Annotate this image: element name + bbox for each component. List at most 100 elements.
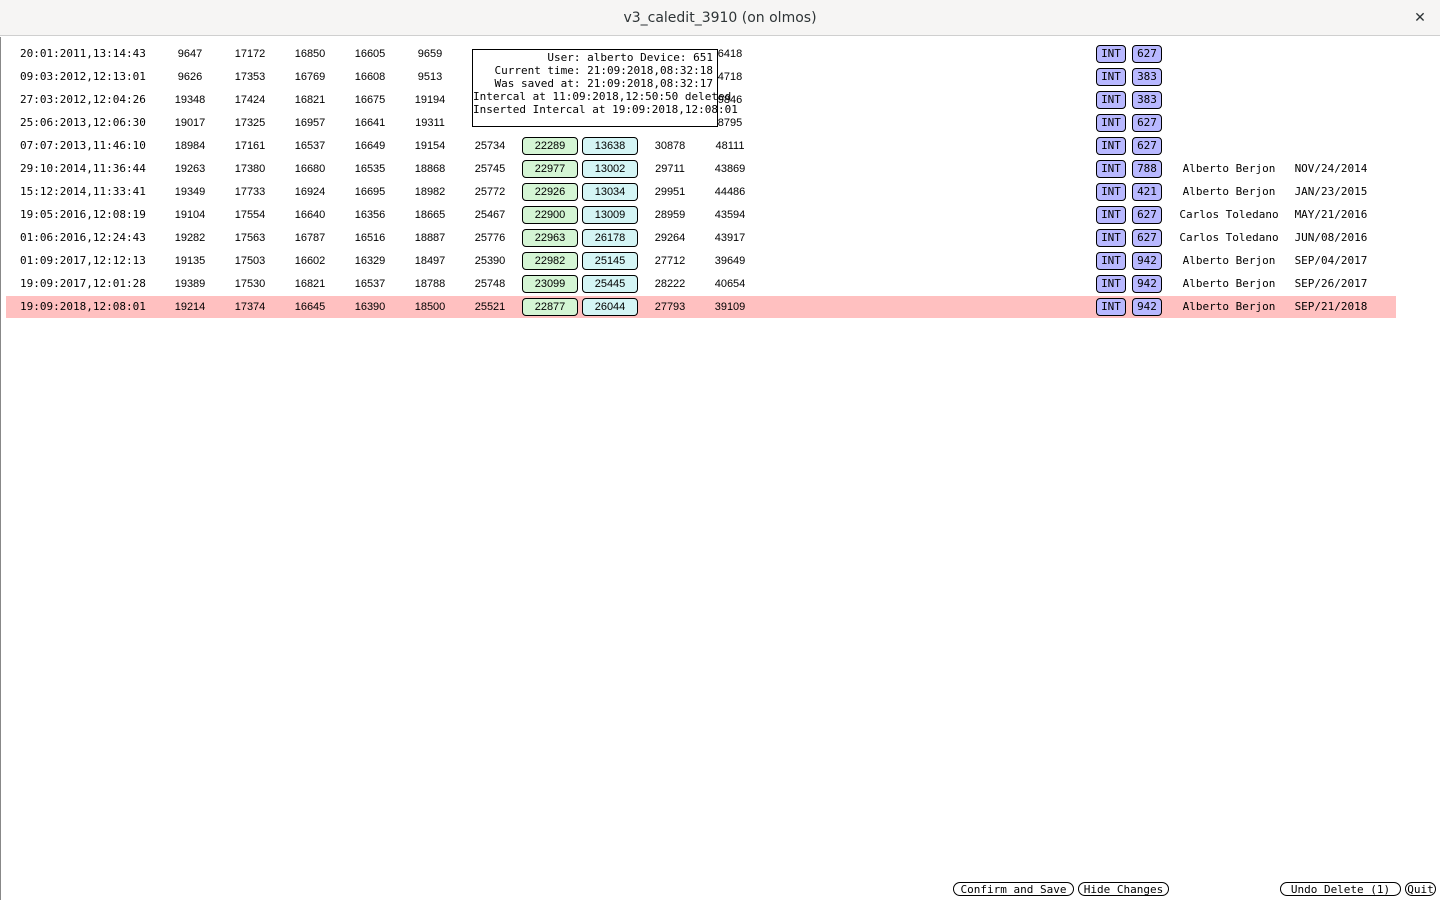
timestamp-cell: 15:12:2014,11:33:41 (20, 185, 146, 198)
value-cell-c1: 18984 (174, 140, 206, 152)
cyan-value-box[interactable]: 26178 (582, 229, 638, 247)
value-cell-c4: 16535 (354, 163, 386, 175)
green-value-box[interactable]: 22963 (522, 229, 578, 247)
value-cell-c1: 19389 (174, 278, 206, 290)
table-row[interactable]: 19:05:2016,12:08:19 19104 17554 16640 16356 1… (6, 204, 1396, 226)
green-value-box[interactable]: 22877 (522, 298, 578, 316)
timestamp-cell: 07:07:2013,11:46:10 (20, 139, 146, 152)
date-cell: SEP/26/2017 (1294, 277, 1368, 290)
cyan-value-box[interactable]: 25145 (582, 252, 638, 270)
value-cell-c4: 16537 (354, 278, 386, 290)
hide-changes-button[interactable]: Hide Changes (1078, 882, 1169, 896)
value-cell-c1: 19214 (174, 301, 206, 313)
value-cell-c3: 16769 (294, 71, 326, 83)
type-tag[interactable]: INT (1096, 114, 1126, 132)
value-cell-c4: 16356 (354, 209, 386, 221)
table-row[interactable]: 07:07:2013,11:46:10 18984 17161 16537 16649 1… (6, 135, 1396, 157)
type-tag[interactable]: INT (1096, 275, 1126, 293)
value-cell-c2: 17380 (234, 163, 266, 175)
date-cell: SEP/04/2017 (1294, 254, 1368, 267)
type-tag[interactable]: INT (1096, 91, 1126, 109)
cyan-value-box[interactable]: 13034 (582, 183, 638, 201)
table-row[interactable]: 01:06:2016,12:24:43 19282 17563 16787 16516 1… (6, 227, 1396, 249)
value-cell-c1: 19282 (174, 232, 206, 244)
timestamp-cell: 25:06:2013,12:06:30 (20, 116, 146, 129)
type-tag[interactable]: INT (1096, 137, 1126, 155)
value-cell-c1: 19135 (174, 255, 206, 267)
value-cell-c5: 9513 (417, 71, 443, 83)
type-tag[interactable]: INT (1096, 45, 1126, 63)
cyan-value-box[interactable]: 13009 (582, 206, 638, 224)
value-cell-c1: 9626 (177, 71, 203, 83)
green-value-box[interactable]: 22977 (522, 160, 578, 178)
value-cell-c3: 16957 (294, 117, 326, 129)
type-tag[interactable]: INT (1096, 183, 1126, 201)
value-cell-c3: 16821 (294, 94, 326, 106)
value-cell-c8: 48111 (715, 140, 745, 152)
tooltip-line-inserted: Inserted Intercal at 19:09:2018,12:08:01 (473, 103, 738, 116)
window-title: v3_caledit_3910 (on olmos) (623, 10, 817, 26)
date-cell: MAY/21/2016 (1294, 208, 1368, 221)
table-row-selected[interactable]: 19:09:2018,12:08:01 19214 17374 16645 16390 1… (6, 296, 1396, 318)
green-value-box[interactable]: 22982 (522, 252, 578, 270)
value-cell-c1: 19348 (174, 94, 206, 106)
confirm-save-button[interactable]: Confirm and Save (953, 882, 1074, 896)
value-cell-c5: 18982 (414, 186, 446, 198)
cyan-value-box[interactable]: 25445 (582, 275, 638, 293)
type-tag[interactable]: INT (1096, 206, 1126, 224)
value-cell-c4: 16390 (354, 301, 386, 313)
value-cell-c6: 25776 (474, 232, 506, 244)
type-tag[interactable]: INT (1096, 160, 1126, 178)
value-cell-c6: 25521 (474, 301, 506, 313)
type-tag[interactable]: INT (1096, 298, 1126, 316)
date-cell (1281, 89, 1381, 111)
tooltip-line-user: User: alberto Device: 651 (547, 51, 713, 64)
value-cell-c2: 17530 (234, 278, 266, 290)
value-cell-c8: 43869 (714, 163, 746, 175)
value-cell-c3: 16537 (294, 140, 326, 152)
value-cell-c7: 29711 (655, 163, 685, 175)
tooltip-line-current-time: Current time: 21:09:2018,08:32:18 (494, 64, 713, 77)
green-value-box[interactable]: 22900 (522, 206, 578, 224)
green-value-box[interactable]: 22926 (522, 183, 578, 201)
quit-button[interactable]: Quit (1405, 882, 1436, 896)
timestamp-cell: 29:10:2014,11:36:44 (20, 162, 146, 175)
table-row[interactable]: 29:10:2014,11:36:44 19263 17380 16680 16535 1… (6, 158, 1396, 180)
type-tag[interactable]: INT (1096, 68, 1126, 86)
value-cell-c7: 27793 (654, 301, 686, 313)
value-cell-c4: 16641 (354, 117, 386, 129)
close-icon[interactable]: ✕ (1410, 8, 1430, 28)
value-cell-c3: 16640 (294, 209, 326, 221)
cyan-value-box[interactable]: 13002 (582, 160, 638, 178)
value-cell-c2: 17424 (234, 94, 266, 106)
green-value-box[interactable]: 22289 (522, 137, 578, 155)
value-cell-c4: 16516 (354, 232, 386, 244)
value-cell-c5: 19154 (414, 140, 446, 152)
value-cell-c3: 16924 (294, 186, 326, 198)
value-cell-c6: 25734 (474, 140, 506, 152)
value-cell-c1: 19349 (174, 186, 206, 198)
value-cell-c5: 19194 (414, 94, 446, 106)
value-cell-c6: 25745 (474, 163, 506, 175)
value-cell-c8: 40654 (714, 278, 746, 290)
cyan-value-box[interactable]: 13638 (582, 137, 638, 155)
value-cell-c8: 43594 (714, 209, 746, 221)
type-tag[interactable]: INT (1096, 252, 1126, 270)
date-cell: SEP/21/2018 (1294, 300, 1368, 313)
table-row[interactable]: 15:12:2014,11:33:41 19349 17733 16924 16695 1… (6, 181, 1396, 203)
green-value-box[interactable]: 23099 (522, 275, 578, 293)
value-cell-c3: 16602 (294, 255, 326, 267)
value-cell-c2: 17172 (234, 48, 266, 60)
type-tag[interactable]: INT (1096, 229, 1126, 247)
timestamp-cell: 19:09:2017,12:01:28 (20, 277, 146, 290)
cyan-value-box[interactable]: 26044 (582, 298, 638, 316)
value-cell-c5: 18868 (414, 163, 446, 175)
table-row[interactable]: 19:09:2017,12:01:28 19389 17530 16821 16537 1… (6, 273, 1396, 295)
table-row[interactable]: 01:09:2017,12:12:13 19135 17503 16602 16329 1… (6, 250, 1396, 272)
value-cell-c5: 18887 (414, 232, 446, 244)
date-cell (1281, 112, 1381, 134)
date-cell (1281, 43, 1381, 65)
value-cell-c7: 29951 (654, 186, 686, 198)
timestamp-cell: 01:09:2017,12:12:13 (20, 254, 146, 267)
undo-delete-button[interactable]: Undo Delete (1) (1280, 882, 1401, 896)
